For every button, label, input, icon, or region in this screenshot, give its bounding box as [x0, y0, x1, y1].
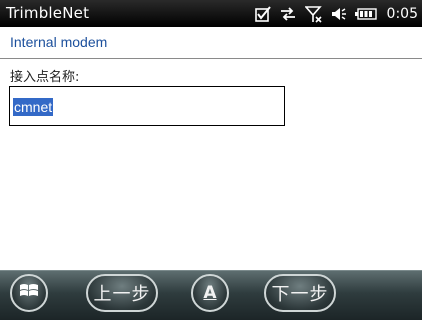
back-button-label: 上一步 [93, 284, 151, 305]
apn-input[interactable]: cmnet [9, 86, 285, 126]
apn-label: 接入点名称: [10, 70, 80, 85]
next-button[interactable]: 下一步 [264, 274, 336, 312]
clock[interactable]: 0:05 [387, 6, 418, 22]
status-bar: TrimbleNet 0:05 [0, 0, 422, 27]
battery-icon[interactable] [354, 7, 377, 20]
next-button-label: 下一步 [271, 284, 329, 305]
page-title: Internal modem [10, 34, 108, 50]
start-button[interactable] [10, 274, 48, 312]
status-icons: 0:05 [254, 0, 418, 27]
page-header: Internal modem [0, 27, 422, 59]
input-panel-label: A [203, 283, 217, 303]
windows-logo-icon [18, 281, 40, 305]
no-signal-icon[interactable] [304, 5, 323, 23]
input-panel-button[interactable]: A [191, 274, 229, 312]
taskbar: 上一步 A 下一步 [0, 270, 422, 320]
sync-arrows-icon[interactable] [279, 6, 297, 22]
app-title[interactable]: TrimbleNet [6, 4, 89, 22]
checkbox-icon[interactable] [254, 5, 271, 22]
back-button[interactable]: 上一步 [86, 274, 158, 312]
speaker-icon[interactable] [331, 6, 347, 22]
apn-input-value[interactable]: cmnet [13, 98, 54, 116]
